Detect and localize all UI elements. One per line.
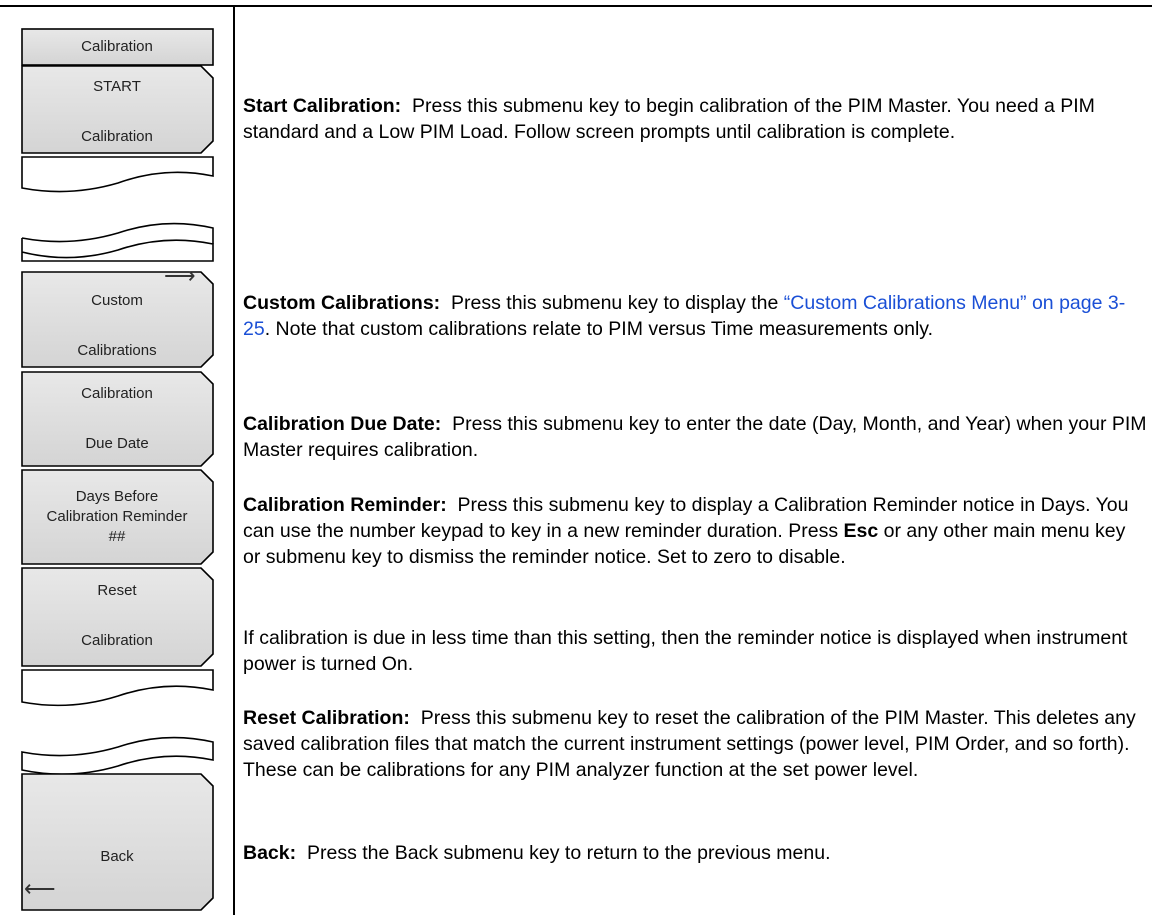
entry-term: Reset Calibration: xyxy=(243,707,410,729)
key-line: Due Date xyxy=(85,435,149,452)
key-line: Calibration Reminder xyxy=(46,508,188,525)
entry-back: Back: Press the Back submenu key to retu… xyxy=(243,840,1148,866)
key-line: Reset xyxy=(97,582,137,599)
back-arrow-icon: ⟵ xyxy=(24,876,56,901)
key-line: Custom xyxy=(91,292,143,309)
entry-term: Back: xyxy=(243,842,297,864)
entry-start-calibration: Start Calibration: Press this submenu ke… xyxy=(243,93,1148,145)
entry-calibration-due-date: Calibration Due Date: Press this submenu… xyxy=(243,411,1148,463)
entry-text: . Note that custom calibrations relate t… xyxy=(264,318,934,340)
key-line: START xyxy=(93,78,141,95)
key-line: Calibrations xyxy=(77,342,157,359)
entry-text: If calibration is due in less time than … xyxy=(243,627,1128,675)
softkey-calibration-due-date-label[interactable]: Calibration Due Date xyxy=(22,385,212,453)
entry-reminder-note: If calibration is due in less time than … xyxy=(243,625,1148,677)
key-line: ## xyxy=(108,528,126,545)
entry-term: Calibration Due Date: xyxy=(243,413,442,435)
softkey-custom-calibrations-label[interactable]: Custom Calibrations xyxy=(22,292,212,360)
entry-term: Custom Calibrations: xyxy=(243,292,441,314)
softkey-back-label[interactable]: Back xyxy=(22,848,212,866)
column-divider xyxy=(233,5,235,915)
entry-calibration-reminder: Calibration Reminder: Press this submenu… xyxy=(243,492,1148,570)
submenu-arrow-icon: ⟶ xyxy=(164,263,196,288)
key-line: Calibration xyxy=(81,632,153,649)
entry-text: Press the Back submenu key to return to … xyxy=(306,842,831,864)
softkey-start-calibration-label[interactable]: START Calibration xyxy=(22,78,212,146)
key-blank-2-top xyxy=(21,669,214,707)
entry-custom-calibrations: Custom Calibrations: Press this submenu … xyxy=(243,290,1148,342)
entry-term: Calibration Reminder: xyxy=(243,494,447,516)
menu-title: Calibration xyxy=(81,38,153,55)
key-blank-1-top xyxy=(21,156,214,193)
entry-text: Press this submenu key to display the xyxy=(451,292,779,314)
key-line: Days Before xyxy=(75,488,159,505)
key-line: Calibration xyxy=(81,385,153,402)
entry-term: Start Calibration: xyxy=(243,95,402,117)
softkey-days-before-reminder-label[interactable]: Days Before Calibration Reminder ## xyxy=(22,488,212,546)
entry-reset-calibration: Reset Calibration: Press this submenu ke… xyxy=(243,705,1148,783)
key-line: Back xyxy=(100,848,134,865)
key-line: Calibration xyxy=(81,128,153,145)
softkey-reset-calibration-label[interactable]: Reset Calibration xyxy=(22,582,212,650)
esc-key-name: Esc xyxy=(843,520,879,542)
